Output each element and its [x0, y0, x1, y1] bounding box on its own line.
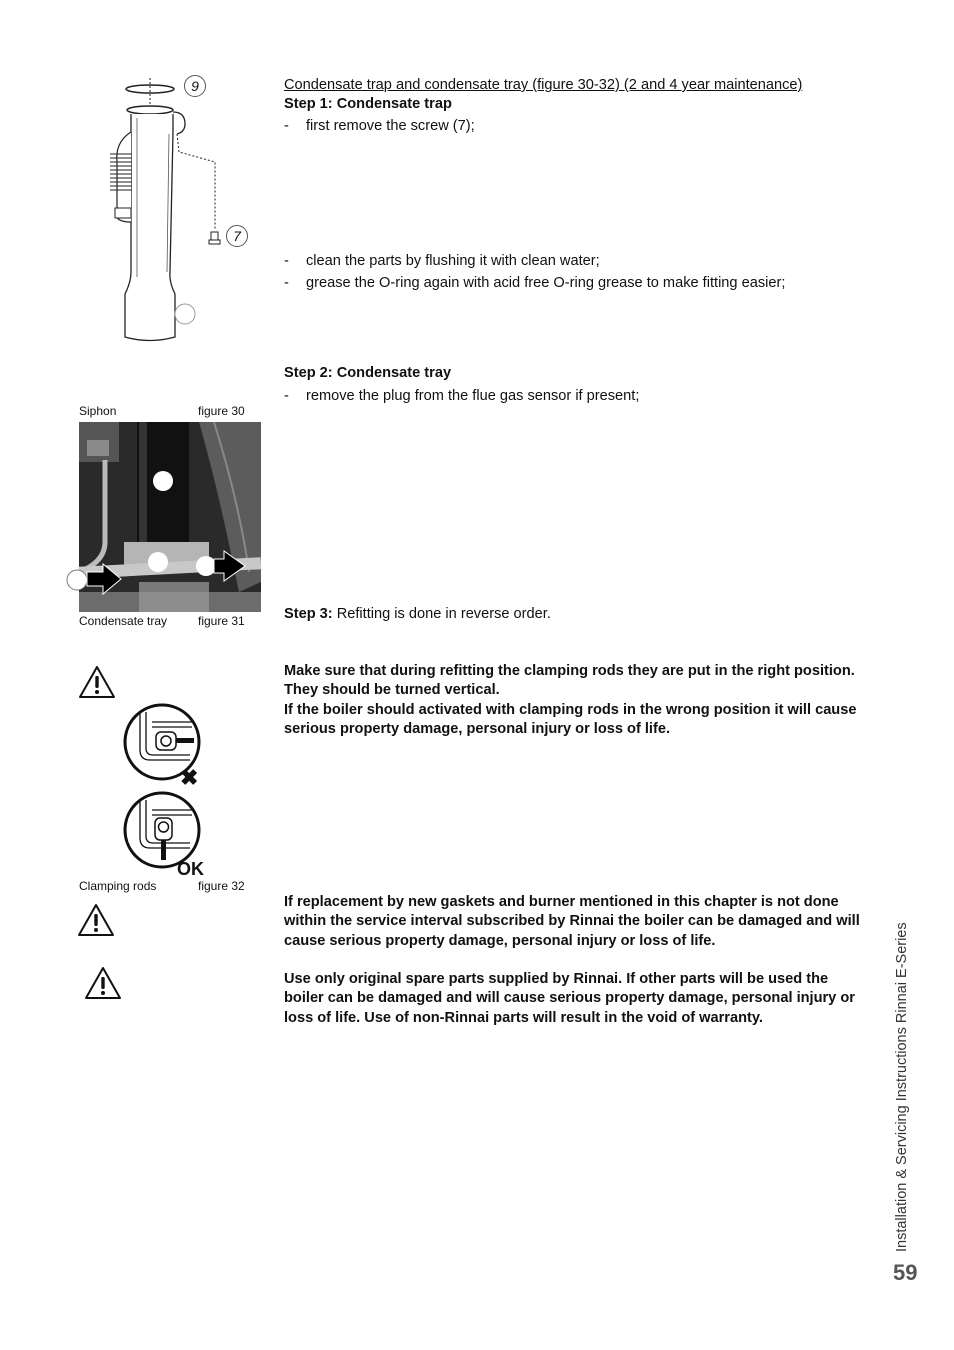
bullet-text: clean the parts by flushing it with clea…	[306, 253, 600, 269]
document-side-title: Installation & Servicing Instructions Ri…	[894, 922, 910, 1252]
ok-position-label: OK	[177, 859, 204, 879]
bullet-dash: -	[284, 118, 289, 134]
callout-7: 7	[226, 225, 248, 247]
figure-30-number: figure 30	[198, 404, 245, 418]
figure-31-caption: Condensate tray	[79, 614, 168, 628]
warning-line: If the boiler should activated with clam…	[284, 701, 857, 737]
section-title: Condensate trap and condensate tray (fig…	[284, 77, 803, 93]
step-1-heading: Step 1: Condensate trap	[284, 96, 452, 112]
clamping-rods-illustration: ✖ OK	[120, 700, 220, 880]
condensate-tray-image	[66, 421, 262, 612]
service-interval-warning: If replacement by new gaskets and burner…	[284, 893, 879, 951]
page-number: 59	[893, 1260, 918, 1285]
condensate-tray-photo	[66, 421, 262, 612]
bullet-dash: -	[284, 253, 289, 269]
bullet-dash: -	[284, 388, 289, 404]
spare-parts-warning: Use only original spare parts supplied b…	[284, 970, 869, 1028]
clamping-rods-warning: Make sure that during refitting the clam…	[284, 662, 874, 739]
bullet-text: grease the O-ring again with acid free O…	[306, 275, 786, 291]
step-3-text: Refitting is done in reverse order.	[332, 606, 551, 622]
warning-icon	[78, 665, 116, 699]
step-3-label: Step 3:	[284, 606, 333, 622]
warning-line: Make sure that during refitting the clam…	[284, 663, 855, 699]
warning-icon	[84, 966, 122, 1000]
siphon-illustration	[110, 78, 221, 342]
bullet-text: remove the plug from the flue gas sensor…	[306, 388, 640, 404]
step-2-heading: Step 2: Condensate tray	[284, 365, 452, 381]
figure-32-number: figure 32	[198, 879, 245, 893]
warning-line: If replacement by new gaskets and burner…	[284, 894, 860, 949]
callout-9: 9	[184, 75, 206, 97]
wrong-position-mark: ✖	[180, 765, 199, 790]
figure-32-caption: Clamping rods	[79, 879, 157, 893]
step-3: Step 3: Refitting is done in reverse ord…	[284, 605, 551, 624]
siphon-drawing: 9 7	[95, 72, 255, 347]
bullet-dash: -	[284, 275, 289, 291]
warning-line: Use only original spare parts supplied b…	[284, 971, 855, 1026]
bullet-text: first remove the screw (7);	[306, 118, 475, 134]
clamping-rod-wrong-and-ok	[123, 703, 201, 869]
figure-30-caption: Siphon	[79, 404, 117, 418]
warning-icon	[77, 903, 115, 937]
figure-31-number: figure 31	[198, 614, 245, 628]
